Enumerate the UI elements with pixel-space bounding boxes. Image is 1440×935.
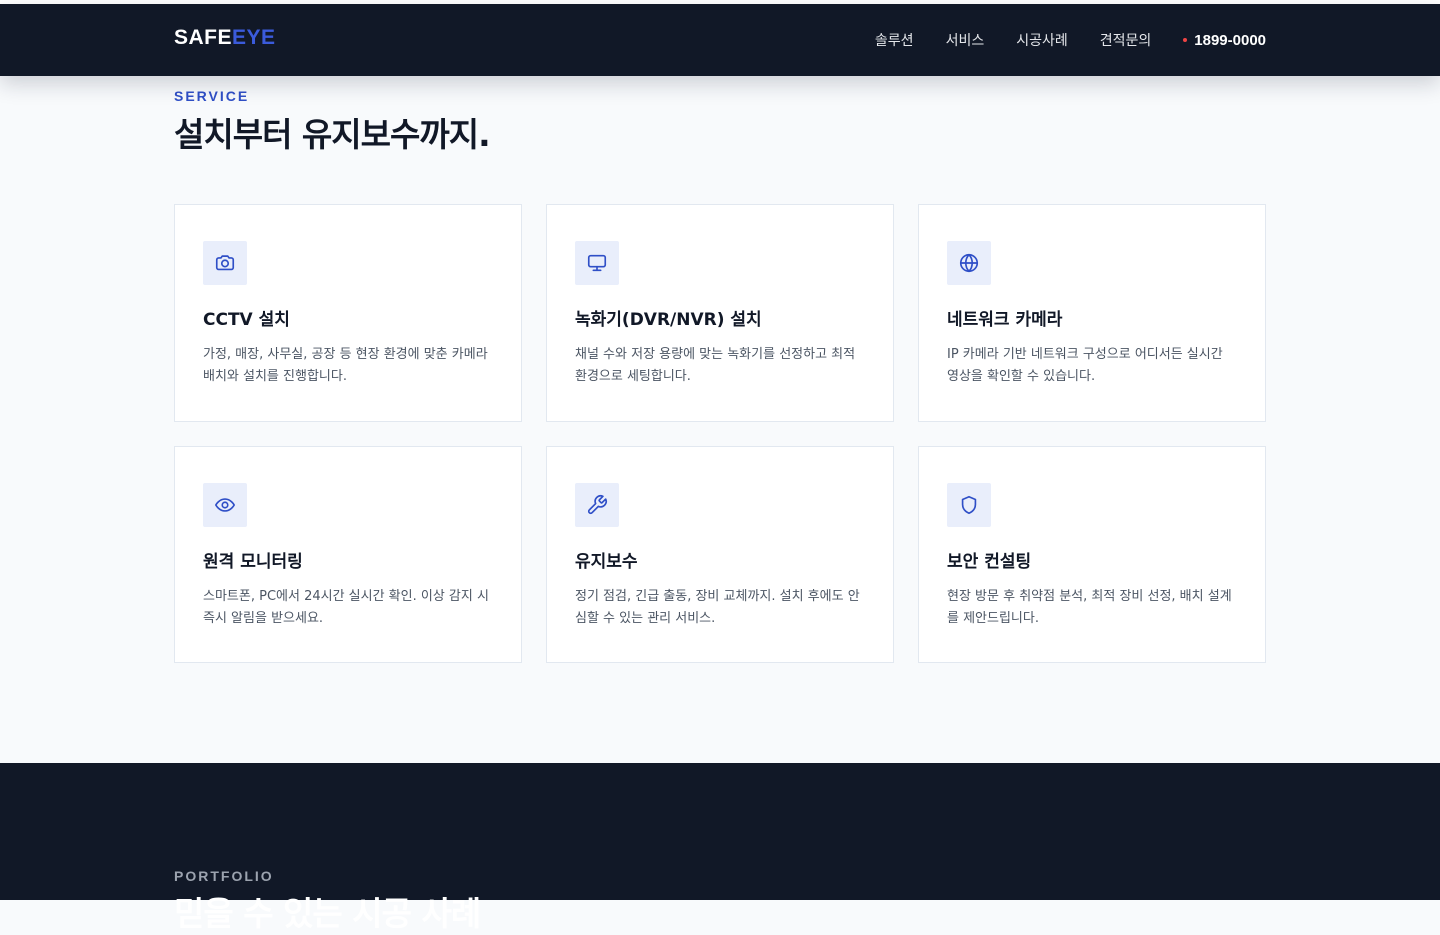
portfolio-eyebrow: PORTFOLIO [174,868,274,884]
card-title: CCTV 설치 [203,310,290,330]
eye-icon [203,483,247,527]
card-title: 네트워크 카메라 [947,310,1063,330]
card-title: 보안 컨설팅 [947,552,1032,572]
card-title: 원격 모니터링 [203,552,303,572]
main-nav: 솔루션 서비스 시공사례 견적문의 1899-0000 [843,4,1266,76]
service-card-cctv: CCTV 설치 가정, 매장, 사무실, 공장 등 현장 환경에 맞춘 카메라 … [174,204,522,422]
service-card-recorder: 녹화기(DVR/NVR) 설치 채널 수와 저장 용량에 맞는 녹화기를 선정하… [546,204,894,422]
logo-main: SAFE [174,26,233,49]
nav-item-portfolio[interactable]: 시공사례 [1016,30,1068,50]
service-title: 설치부터 유지보수까지. [174,115,491,154]
nav-item-solution[interactable]: 솔루션 [875,30,914,50]
camera-icon [203,241,247,285]
phone-dot-icon [1183,38,1188,42]
service-card-security-consulting: 보안 컨설팅 현장 방문 후 취약점 분석, 최적 장비 선정, 배치 설계를 … [918,446,1266,663]
globe-icon [947,241,991,285]
wrench-icon [575,483,619,527]
service-grid: CCTV 설치 가정, 매장, 사무실, 공장 등 현장 환경에 맞춘 카메라 … [174,204,1266,663]
phone-link[interactable]: 1899-0000 [1183,32,1266,49]
logo[interactable]: SAFEEYE [174,26,276,50]
card-description: 가정, 매장, 사무실, 공장 등 현장 환경에 맞춘 카메라 배치와 설치를 … [203,347,488,384]
nav-item-estimate[interactable]: 견적문의 [1100,30,1152,50]
service-eyebrow: SERVICE [174,88,250,104]
nav-item-service[interactable]: 서비스 [946,30,985,50]
logo-accent: EYE [232,26,276,49]
card-title: 유지보수 [575,552,638,572]
service-card-maintenance: 유지보수 정기 점검, 긴급 출동, 장비 교체까지. 설치 후에도 안심할 수… [546,446,894,663]
card-title: 녹화기(DVR/NVR) 설치 [575,310,762,330]
service-card-network-camera: 네트워크 카메라 IP 카메라 기반 네트워크 구성으로 어디서든 실시간 영상… [918,204,1266,422]
monitor-icon [575,241,619,285]
shield-icon [947,483,991,527]
site-header: SAFEEYE 솔루션 서비스 시공사례 견적문의 1899-0000 [0,4,1440,76]
card-description: IP 카메라 기반 네트워크 구성으로 어디서든 실시간 영상을 확인할 수 있… [947,347,1223,384]
portfolio-section: PORTFOLIO 믿을 수 있는 시공 사례 [0,763,1440,933]
card-description: 채널 수와 저장 용량에 맞는 녹화기를 선정하고 최적 환경으로 세팅합니다. [575,347,856,384]
card-description: 정기 점검, 긴급 출동, 장비 교체까지. 설치 후에도 안심할 수 있는 관… [575,589,860,626]
phone-number: 1899-0000 [1194,31,1266,49]
portfolio-title: 믿을 수 있는 시공 사례 [174,894,481,933]
service-card-remote-monitoring: 원격 모니터링 스마트폰, PC에서 24시간 실시간 확인. 이상 감지 시 … [174,446,522,663]
card-description: 현장 방문 후 취약점 분석, 최적 장비 선정, 배치 설계를 제안드립니다. [947,589,1232,626]
card-description: 스마트폰, PC에서 24시간 실시간 확인. 이상 감지 시 즉시 알림을 받… [203,589,489,626]
